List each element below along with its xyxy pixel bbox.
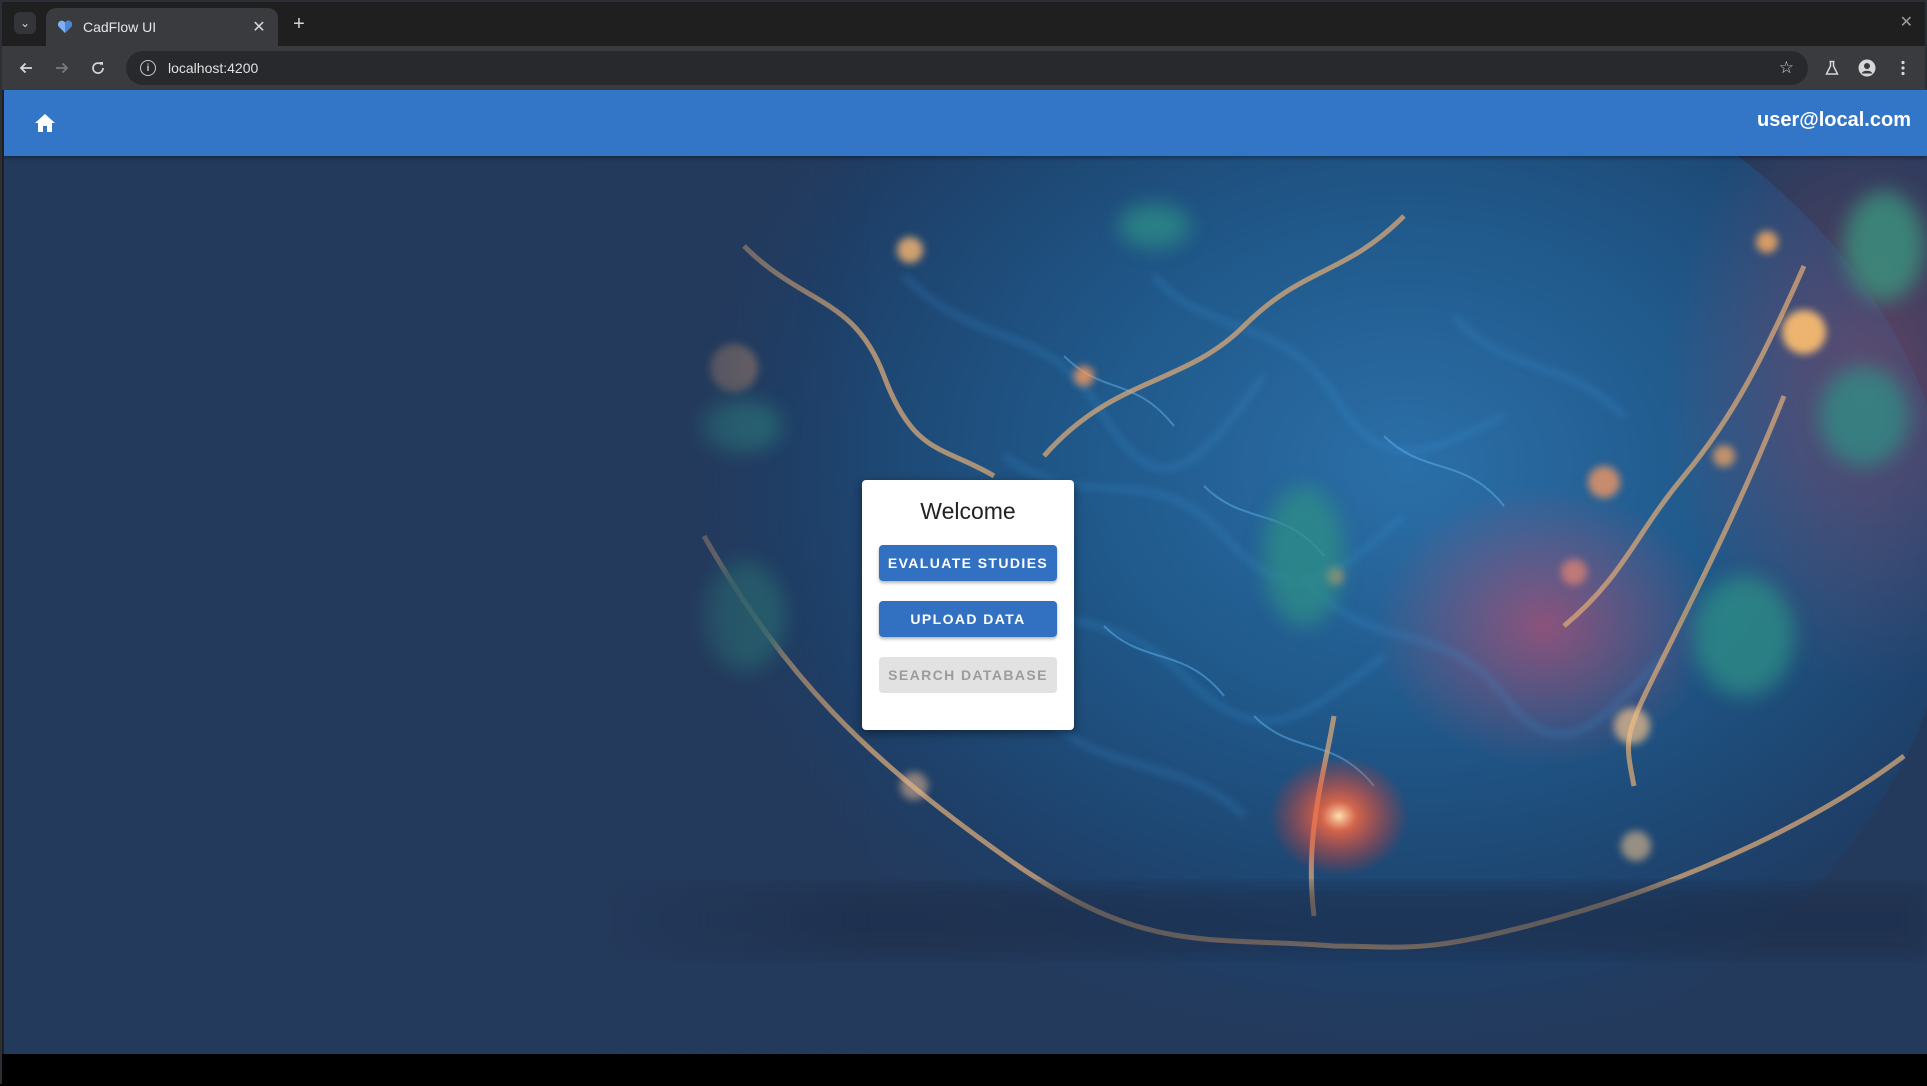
welcome-card: Welcome EVALUATE STUDIES UPLOAD DATA SEA… <box>862 480 1074 730</box>
reload-icon <box>92 62 104 74</box>
bottom-bar <box>2 1054 1927 1086</box>
reload-button[interactable] <box>86 56 110 80</box>
upload-data-button[interactable]: UPLOAD DATA <box>879 601 1057 637</box>
browser-window: ⌄ CadFlow UI ✕ + ✕ i localhost:4200 ☆ us… <box>0 0 1927 1086</box>
info-icon[interactable]: i <box>140 60 156 76</box>
kebab-menu-icon[interactable] <box>1891 56 1915 80</box>
browser-toolbar: i localhost:4200 ☆ <box>2 46 1925 90</box>
page-viewport: user@local.com Welcome EVALUATE STUDIES … <box>4 90 1927 1054</box>
home-button[interactable] <box>32 110 58 136</box>
close-icon[interactable]: ✕ <box>250 17 268 37</box>
back-button[interactable] <box>14 56 38 80</box>
new-tab-button[interactable]: + <box>288 13 310 35</box>
tab-strip: ⌄ CadFlow UI ✕ + ✕ <box>2 2 1925 46</box>
url-text[interactable]: localhost:4200 <box>168 60 1779 76</box>
heart-icon <box>56 18 74 36</box>
address-bar[interactable]: i localhost:4200 ☆ <box>126 51 1808 85</box>
app-header: user@local.com <box>4 90 1927 156</box>
tab-cadflow[interactable]: CadFlow UI ✕ <box>46 8 278 46</box>
home-icon <box>35 114 55 132</box>
search-database-button[interactable]: SEARCH DATABASE <box>879 657 1057 693</box>
star-icon[interactable]: ☆ <box>1779 58 1794 78</box>
arrow-right-icon <box>56 62 69 74</box>
person-icon[interactable] <box>1855 56 1879 80</box>
window-close-button[interactable]: ✕ <box>1900 12 1913 32</box>
evaluate-studies-button[interactable]: EVALUATE STUDIES <box>879 545 1057 581</box>
arrow-left-icon <box>19 62 32 74</box>
welcome-title: Welcome <box>920 498 1016 524</box>
chevron-down-icon[interactable]: ⌄ <box>14 12 36 34</box>
flask-icon[interactable] <box>1820 56 1844 80</box>
tab-title: CadFlow UI <box>83 19 157 35</box>
forward-button[interactable] <box>50 56 74 80</box>
user-email[interactable]: user@local.com <box>1757 109 1911 132</box>
